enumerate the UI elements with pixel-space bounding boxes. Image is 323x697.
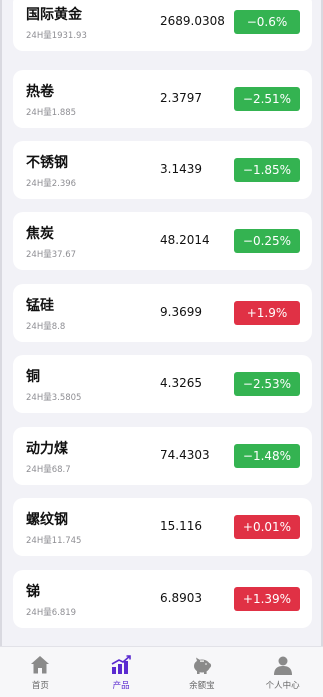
tab-balance[interactable]: 余额宝 [162, 647, 243, 697]
product-volume: 24H量8.8 [26, 322, 66, 332]
product-volume: 24H量2.396 [26, 179, 77, 189]
change-badge[interactable]: +1.9% [234, 301, 300, 325]
product-price: 48.2014 [160, 233, 210, 247]
tab-label: 余额宝 [189, 681, 215, 691]
product-price: 15.116 [160, 519, 202, 533]
product-name: 锑 [26, 584, 40, 600]
person-icon [273, 656, 292, 675]
change-badge[interactable]: +0.01% [234, 515, 300, 539]
product-name: 动力煤 [26, 441, 68, 457]
tab-home[interactable]: 首页 [0, 647, 81, 697]
product-card[interactable]: 锑 24H量6.819 6.8903 +1.39% [13, 570, 312, 628]
product-name: 焦炭 [26, 226, 54, 242]
home-icon [31, 656, 50, 674]
bottom-tab-bar: 首页 产品 余额宝 个人中心 [0, 646, 323, 697]
change-badge[interactable]: −1.85% [234, 158, 300, 182]
product-volume: 24H量37.67 [26, 250, 77, 260]
change-badge[interactable]: +1.39% [234, 587, 300, 611]
piggy-bank-icon [193, 657, 211, 674]
product-name: 铜 [26, 369, 40, 385]
product-price: 9.3699 [160, 305, 202, 319]
product-name: 螺纹钢 [26, 512, 68, 528]
product-volume: 24H量3.5805 [26, 393, 82, 403]
product-card[interactable]: 不锈钢 24H量2.396 3.1439 −1.85% [13, 141, 312, 199]
left-edge [0, 0, 2, 696]
product-name: 国际黄金 [26, 7, 82, 23]
tab-label: 个人中心 [265, 681, 300, 691]
product-card[interactable]: 动力煤 24H量68.7 74.4303 −1.48% [13, 427, 312, 485]
tab-products[interactable]: 产品 [81, 647, 162, 697]
change-badge[interactable]: −0.25% [234, 229, 300, 253]
product-name: 热卷 [26, 84, 54, 100]
product-price: 74.4303 [160, 448, 210, 462]
product-price: 2689.0308 [160, 14, 225, 28]
product-volume: 24H量1.885 [26, 108, 77, 118]
change-badge[interactable]: −2.53% [234, 372, 300, 396]
tab-profile[interactable]: 个人中心 [242, 647, 323, 697]
product-card[interactable]: 锰硅 24H量8.8 9.3699 +1.9% [13, 284, 312, 342]
product-price: 3.1439 [160, 162, 202, 176]
change-badge[interactable]: −0.6% [234, 10, 300, 34]
change-badge[interactable]: −1.48% [234, 444, 300, 468]
product-volume: 24H量1931.93 [26, 31, 87, 41]
tab-label: 首页 [31, 681, 49, 691]
product-name: 锰硅 [26, 298, 54, 314]
product-volume: 24H量68.7 [26, 465, 71, 475]
product-card[interactable]: 焦炭 24H量37.67 48.2014 −0.25% [13, 212, 312, 270]
bar-chart-icon [111, 655, 131, 674]
change-badge[interactable]: −2.51% [234, 87, 300, 111]
product-volume: 24H量11.745 [26, 536, 82, 546]
product-name: 不锈钢 [26, 155, 68, 171]
product-card[interactable]: 铜 24H量3.5805 4.3265 −2.53% [13, 355, 312, 413]
product-card[interactable]: 国际黄金 24H量1931.93 2689.0308 −0.6% [13, 0, 312, 51]
product-volume: 24H量6.819 [26, 608, 77, 618]
product-price: 4.3265 [160, 376, 202, 390]
product-price: 2.3797 [160, 91, 202, 105]
tab-label: 产品 [112, 681, 130, 691]
product-card[interactable]: 热卷 24H量1.885 2.3797 −2.51% [13, 70, 312, 128]
product-price: 6.8903 [160, 591, 202, 605]
product-card[interactable]: 螺纹钢 24H量11.745 15.116 +0.01% [13, 498, 312, 556]
